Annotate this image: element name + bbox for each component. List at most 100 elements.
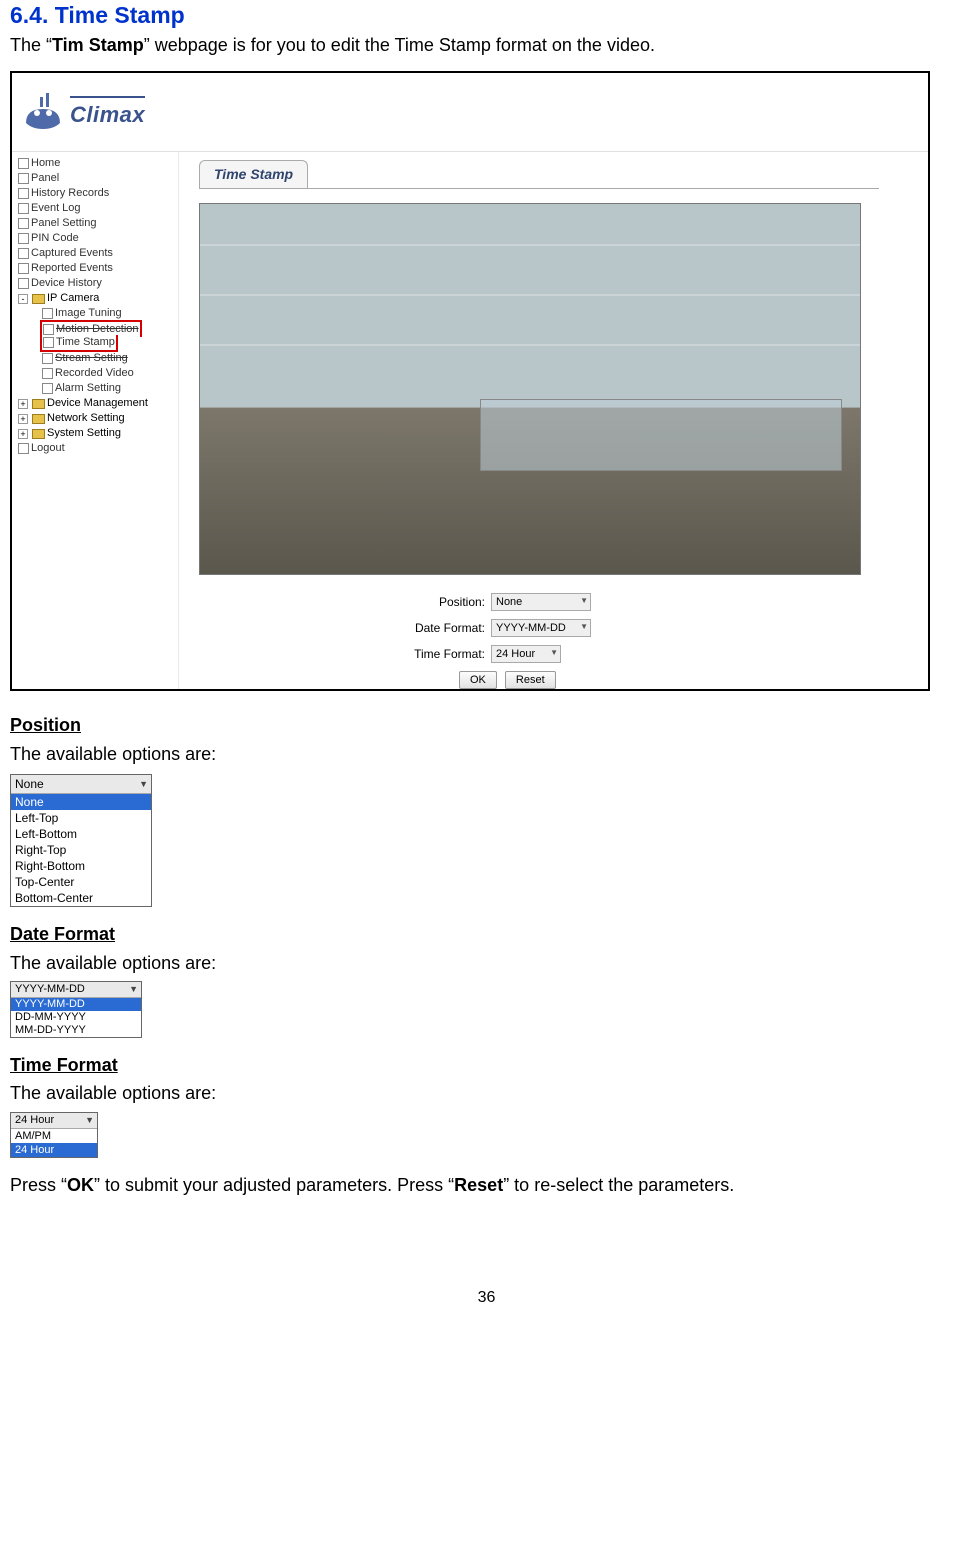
intro-paragraph: The “Tim Stamp” webpage is for you to ed… xyxy=(10,33,963,57)
expand-icon[interactable]: + xyxy=(18,414,28,424)
nav-item-logout[interactable]: Logout xyxy=(18,441,176,456)
intro-prefix: The “ xyxy=(10,35,52,55)
position-dropdown-example: None▼ None Left-Top Left-Bottom Right-To… xyxy=(10,774,152,907)
dropdown-value: YYYY-MM-DD xyxy=(15,982,85,997)
page-icon xyxy=(18,158,29,169)
date-format-heading: Date Format xyxy=(10,922,963,946)
nav-folder[interactable]: + System Setting xyxy=(18,426,176,441)
dropdown-option[interactable]: Right-Top xyxy=(11,842,151,858)
dropdown-option[interactable]: Top-Center xyxy=(11,874,151,890)
nav-label: Device History xyxy=(31,276,102,291)
closing-text: ” to submit your adjusted parameters. Pr… xyxy=(94,1175,454,1195)
nav-item[interactable]: History Records xyxy=(18,186,176,201)
tab-row: Time Stamp xyxy=(199,160,879,189)
nav-item[interactable]: Stream Setting xyxy=(18,351,176,366)
nav-label: Recorded Video xyxy=(55,366,134,381)
nav-item-timestamp[interactable]: Time Stamp xyxy=(18,336,176,351)
dropdown-option[interactable]: DD-MM-YYYY xyxy=(11,1011,141,1024)
nav-item[interactable]: Panel Setting xyxy=(18,216,176,231)
position-heading: Position xyxy=(10,713,963,737)
chevron-down-icon: ▼ xyxy=(85,1114,94,1126)
dropdown-option[interactable]: 24 Hour xyxy=(11,1143,97,1157)
dropdown-option[interactable]: AM/PM xyxy=(11,1129,97,1143)
collapse-icon[interactable]: - xyxy=(18,294,28,304)
page-icon xyxy=(18,188,29,199)
dropdown-option[interactable]: Bottom-Center xyxy=(11,890,151,906)
nav-folder[interactable]: + Device Management xyxy=(18,396,176,411)
section-heading: 6.4. Time Stamp xyxy=(10,0,963,31)
nav-item[interactable]: Image Tuning xyxy=(18,306,176,321)
nav-label: Stream Setting xyxy=(55,351,128,366)
closing-reset: Reset xyxy=(454,1175,503,1195)
nav-label: Alarm Setting xyxy=(55,381,121,396)
nav-item[interactable]: Home xyxy=(18,156,176,171)
page-icon xyxy=(18,443,29,454)
page-icon xyxy=(18,233,29,244)
select-value: YYYY-MM-DD xyxy=(496,621,566,636)
page-icon xyxy=(18,218,29,229)
time-format-heading: Time Format xyxy=(10,1053,963,1077)
nav-label: IP Camera xyxy=(47,291,99,306)
chevron-down-icon: ▼ xyxy=(129,983,138,995)
dropdown-top[interactable]: YYYY-MM-DD ▼ xyxy=(11,982,141,998)
dropdown-top[interactable]: 24 Hour▼ xyxy=(11,1113,97,1129)
page-icon xyxy=(42,308,53,319)
page-icon xyxy=(18,248,29,259)
chevron-down-icon: ▼ xyxy=(580,622,588,633)
nav-label: Image Tuning xyxy=(55,306,122,321)
nav-item[interactable]: Event Log xyxy=(18,201,176,216)
dropdown-option[interactable]: Left-Bottom xyxy=(11,826,151,842)
page-icon xyxy=(18,173,29,184)
folder-icon xyxy=(32,414,45,424)
dropdown-option[interactable]: Left-Top xyxy=(11,810,151,826)
ok-button[interactable]: OK xyxy=(459,671,497,689)
nav-item[interactable]: Panel xyxy=(18,171,176,186)
logo: Climax xyxy=(20,89,145,135)
closing-paragraph: Press “OK” to submit your adjusted param… xyxy=(10,1173,963,1197)
nav-item[interactable]: Device History xyxy=(18,276,176,291)
chevron-down-icon: ▼ xyxy=(550,648,558,659)
page-icon xyxy=(18,203,29,214)
nav-item[interactable]: Captured Events xyxy=(18,246,176,261)
date-format-select[interactable]: YYYY-MM-DD ▼ xyxy=(491,619,591,637)
closing-ok: OK xyxy=(67,1175,94,1195)
select-value: None xyxy=(496,595,522,610)
dropdown-option[interactable]: YYYY-MM-DD xyxy=(11,998,141,1011)
nav-label: Event Log xyxy=(31,201,81,216)
reset-button[interactable]: Reset xyxy=(505,671,556,689)
nav-label: PIN Code xyxy=(31,231,79,246)
time-format-select[interactable]: 24 Hour▼ xyxy=(491,645,561,663)
nav-label: Device Management xyxy=(47,396,148,411)
page-icon xyxy=(42,383,53,394)
nav-label: Home xyxy=(31,156,60,171)
content-area: Time Stamp Position: None▼ Date Format: xyxy=(179,152,928,689)
expand-icon[interactable]: + xyxy=(18,399,28,409)
nav-item[interactable]: Reported Events xyxy=(18,261,176,276)
nav-item[interactable]: Alarm Setting xyxy=(18,381,176,396)
dropdown-top[interactable]: None▼ xyxy=(11,775,151,794)
logo-text: Climax xyxy=(70,96,145,130)
dropdown-option[interactable]: Right-Bottom xyxy=(11,858,151,874)
expand-icon[interactable]: + xyxy=(18,429,28,439)
dropdown-option[interactable]: None xyxy=(11,794,151,810)
position-select[interactable]: None▼ xyxy=(491,593,591,611)
dropdown-option[interactable]: MM-DD-YYYY xyxy=(11,1024,141,1037)
nav-folder-ipcamera[interactable]: - IP Camera xyxy=(18,291,176,306)
tab-time-stamp[interactable]: Time Stamp xyxy=(199,160,308,188)
logo-icon xyxy=(20,89,66,135)
nav-tree: Home Panel History Records Event Log Pan… xyxy=(12,152,179,689)
page-icon xyxy=(18,263,29,274)
nav-label: Reported Events xyxy=(31,261,113,276)
nav-label: System Setting xyxy=(47,426,121,441)
nav-item[interactable]: PIN Code xyxy=(18,231,176,246)
folder-icon xyxy=(32,399,45,409)
nav-label: Panel xyxy=(31,171,59,186)
position-label: Position: xyxy=(399,594,485,610)
page-icon xyxy=(42,368,53,379)
nav-folder[interactable]: +Network Setting xyxy=(18,411,176,426)
nav-item[interactable]: Motion Detection xyxy=(18,321,176,336)
nav-item[interactable]: Recorded Video xyxy=(18,366,176,381)
position-text: The available options are: xyxy=(10,742,963,766)
closing-text: ” to re-select the parameters. xyxy=(503,1175,734,1195)
page-icon xyxy=(18,278,29,289)
